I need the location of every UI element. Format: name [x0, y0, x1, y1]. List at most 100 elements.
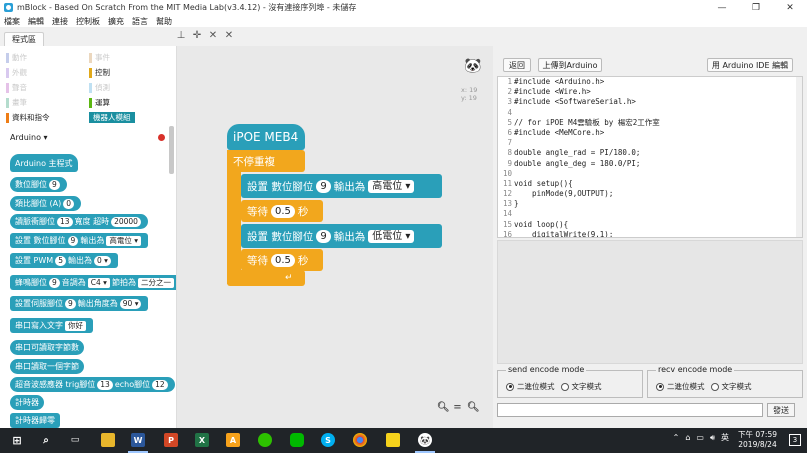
pin-slot[interactable]: 13: [57, 216, 73, 227]
script-set-digital-high[interactable]: 設置 數位腳位 9 輸出為 高電位: [241, 174, 442, 198]
mblock-taskbar-icon[interactable]: 🐼: [418, 433, 432, 447]
category-operators[interactable]: 運算: [89, 97, 110, 108]
skype-icon[interactable]: S: [321, 433, 335, 447]
recv-text-radio[interactable]: [710, 382, 719, 391]
block-set-digital[interactable]: 設置 數位腳位 9 輸出為 高電位: [10, 233, 148, 248]
task-view-icon[interactable]: ▭: [68, 433, 82, 447]
battery-icon[interactable]: ▭: [696, 433, 704, 442]
menu-boards[interactable]: 控制板: [76, 16, 100, 27]
send-binary-radio[interactable]: [506, 382, 514, 391]
text-slot[interactable]: 你好: [65, 320, 86, 331]
ime-indicator[interactable]: 英: [721, 432, 729, 443]
block-buzzer[interactable]: 蜂鳴腳位9音調為C4節拍為二分之一: [10, 275, 176, 290]
send-button[interactable]: 發送: [767, 403, 795, 417]
recv-binary-radio[interactable]: [656, 382, 664, 391]
zoom-in-icon[interactable]: 🔍︎: [467, 402, 480, 413]
script-area[interactable]: 🐼 x: 19 y: 19 iPOE MEB4 不停重複 設置 數位腳位 9 輸…: [177, 46, 493, 428]
menu-help[interactable]: 幫助: [156, 16, 172, 27]
app-a-icon[interactable]: A: [226, 433, 240, 447]
menu-connect[interactable]: 連接: [52, 16, 68, 27]
menu-file[interactable]: 檔案: [4, 16, 20, 27]
category-pen[interactable]: 畫筆: [6, 97, 27, 108]
level-dropdown[interactable]: 低電位: [368, 229, 415, 243]
serial-send-input[interactable]: [497, 403, 763, 417]
pin-slot[interactable]: 9: [65, 298, 76, 309]
tone-dropdown[interactable]: C4: [87, 277, 110, 288]
zoom-out-icon[interactable]: 🔍︎: [437, 402, 450, 413]
block-ultrasonic[interactable]: 超音波感應器 trig腳位 13 echo腳位 12: [10, 377, 175, 392]
block-timer[interactable]: 計時器: [10, 395, 44, 410]
block-arduino-main[interactable]: Arduino 主程式: [10, 154, 78, 172]
taskbar-clock[interactable]: 下午 07:59 2019/8/24: [738, 430, 777, 450]
arduino-extension-header[interactable]: Arduino ▾: [10, 133, 48, 142]
windows-start-icon[interactable]: ⊞: [10, 433, 24, 447]
stamp-icon[interactable]: ⊥: [176, 31, 186, 41]
pin-slot[interactable]: 9: [316, 179, 331, 193]
send-text-radio[interactable]: [560, 382, 569, 391]
search-icon[interactable]: ⌕: [39, 433, 53, 447]
cut-icon[interactable]: ✛: [192, 31, 202, 41]
maximize-button[interactable]: ❐: [739, 0, 773, 15]
menu-language[interactable]: 語言: [132, 16, 148, 27]
code-editor[interactable]: 1 #include <Arduino.h> 2 #include <Wire.h> 3…: [497, 76, 803, 238]
script-wait-2[interactable]: 等待 0.5 秒: [241, 249, 323, 271]
edit-with-arduino-ide-button[interactable]: 用 Arduino IDE 編輯: [707, 58, 793, 72]
level-dropdown[interactable]: 高電位: [106, 235, 141, 246]
excel-icon[interactable]: X: [195, 433, 209, 447]
timeout-slot[interactable]: 20000: [111, 216, 141, 227]
upload-to-arduino-button[interactable]: 上傳到Arduino: [538, 58, 602, 72]
code-scrollbar[interactable]: [796, 77, 802, 237]
category-motion[interactable]: 動作: [6, 52, 27, 63]
pin-slot[interactable]: 9: [316, 229, 331, 243]
pin-slot[interactable]: 0: [63, 198, 75, 209]
pwm-value-slot[interactable]: 0: [93, 255, 111, 266]
block-set-servo[interactable]: 設置伺服腳位 9 輸出角度為 90: [10, 296, 149, 311]
zoom-reset-icon[interactable]: =: [452, 402, 463, 413]
script-set-digital-low[interactable]: 設置 數位腳位 9 輸出為 低電位: [241, 224, 442, 248]
pin-slot[interactable]: 9: [67, 235, 79, 246]
minimize-button[interactable]: —: [705, 0, 739, 15]
pin-slot[interactable]: 9: [49, 179, 60, 190]
category-robots[interactable]: 機器人模組: [89, 112, 135, 123]
category-sensing[interactable]: 偵測: [89, 82, 110, 93]
block-serial-write[interactable]: 串口寫入文字 你好: [10, 318, 93, 333]
block-set-pwm[interactable]: 設置 PWM 5 輸出為 0: [10, 253, 118, 268]
block-serial-available[interactable]: 串口可讀取字節數: [10, 340, 84, 355]
tab-program[interactable]: 程式區: [4, 32, 44, 46]
pin-slot[interactable]: 5: [55, 255, 66, 266]
file-explorer-icon[interactable]: [101, 433, 115, 447]
close-button[interactable]: ✕: [773, 0, 807, 15]
category-data[interactable]: 資料和指令: [6, 112, 50, 123]
block-analog-read[interactable]: 類比腳位 (A) 0: [10, 196, 82, 211]
menu-edit[interactable]: 編輯: [28, 16, 44, 27]
back-button[interactable]: 返回: [503, 58, 531, 72]
category-looks[interactable]: 外觀: [6, 67, 27, 78]
beat-dropdown[interactable]: 二分之一: [137, 277, 174, 288]
notification-badge[interactable]: 3: [789, 434, 801, 446]
line-icon[interactable]: [290, 433, 304, 447]
pin-slot[interactable]: 9: [49, 277, 60, 288]
wechat-icon[interactable]: [258, 433, 272, 447]
angle-slot[interactable]: 90: [119, 298, 142, 309]
script-wait-1[interactable]: 等待 0.5 秒: [241, 200, 323, 222]
category-sound[interactable]: 聲音: [6, 82, 27, 93]
volume-icon[interactable]: 🔊︎: [710, 433, 715, 443]
category-events[interactable]: 事件: [89, 52, 110, 63]
seconds-slot[interactable]: 0.5: [271, 204, 295, 218]
script-forever-block[interactable]: 不停重複: [227, 150, 305, 172]
shrink-icon[interactable]: ✕: [224, 31, 234, 41]
level-dropdown[interactable]: 高電位: [368, 179, 415, 193]
chrome-icon[interactable]: [353, 433, 367, 447]
block-serial-read[interactable]: 串口讀取一個字節: [10, 359, 84, 374]
chevron-up-icon[interactable]: ⌃: [673, 433, 680, 442]
block-digital-read[interactable]: 數位腳位 9: [10, 177, 67, 192]
powerpoint-icon[interactable]: P: [164, 433, 178, 447]
block-reset-timer[interactable]: 計時器歸零: [10, 413, 60, 428]
network-icon[interactable]: ⌂: [685, 433, 690, 442]
category-control[interactable]: 控制: [89, 67, 110, 78]
palette-scrollbar[interactable]: [169, 126, 174, 174]
menu-extensions[interactable]: 擴充: [108, 16, 124, 27]
script-hat-block[interactable]: iPOE MEB4: [227, 124, 305, 150]
block-pulse-in[interactable]: 讀脈衝腳位 13 寬度 超時 20000: [10, 214, 148, 229]
echo-pin-slot[interactable]: 12: [152, 379, 168, 390]
